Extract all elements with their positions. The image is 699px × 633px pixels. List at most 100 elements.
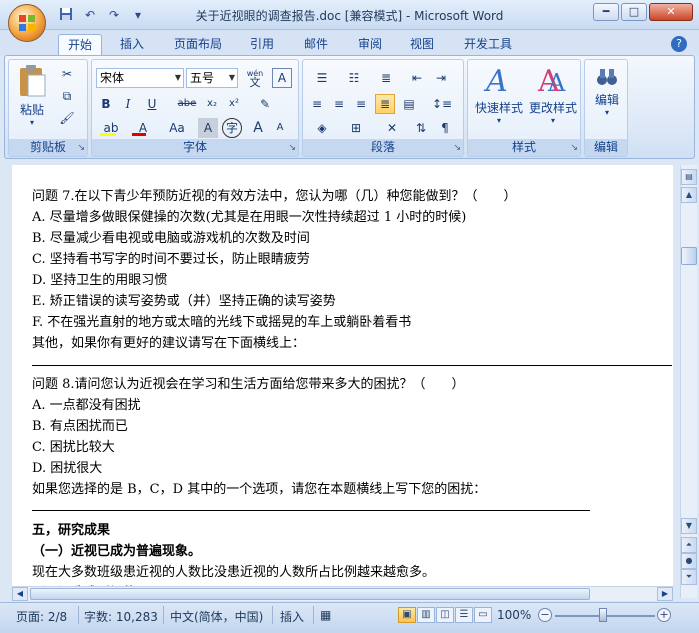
decrease-indent-icon[interactable]: ⇤ [407,68,427,88]
font-name-value: 宋体 [100,71,125,85]
horizontal-scrollbar[interactable]: ◀ ▶ [12,586,673,601]
tab-developer[interactable]: 开发工具 [456,34,520,56]
browse-object-icon[interactable]: ● [681,553,697,569]
justify-icon[interactable]: ≣ [375,94,395,114]
increase-indent-icon[interactable]: ⇥ [431,68,451,88]
paste-button[interactable]: 粘贴 ▾ [13,64,51,134]
format-painter-icon[interactable]: 🖌 [57,108,77,128]
change-case-button[interactable]: Aa [162,118,192,138]
status-separator [313,606,314,624]
font-name-combo[interactable]: 宋体 ▼ [96,68,184,88]
status-separator [272,606,273,624]
borders-icon[interactable]: ⊞ [341,118,371,138]
chinese-layout-icon[interactable]: ✕ [377,118,407,138]
bold-button[interactable]: B [96,94,116,114]
multilevel-list-icon[interactable]: ≣ [371,68,401,88]
office-logo-icon [19,15,35,31]
character-border-button[interactable]: A [272,68,292,88]
copy-icon[interactable]: ⧉ [57,86,77,106]
paste-label: 粘贴 [19,103,44,117]
distributed-icon[interactable]: ▤ [399,94,419,114]
quick-styles-icon: A [483,64,508,99]
next-page-icon[interactable]: ⏷ [681,569,697,585]
styles-dialog-launcher-icon[interactable]: ↘ [570,143,578,153]
highlight-color-button[interactable]: ab [96,118,126,138]
doc-line-q8-note: 如果您选择的是 B，C，D 其中的一个选项，请您在本题横线上写下您的困扰： [32,482,487,497]
numbering-icon[interactable]: ☷ [339,68,369,88]
scroll-right-icon[interactable]: ▶ [657,587,673,601]
font-color-button[interactable]: A [128,118,158,138]
web-layout-icon[interactable]: ◫ [436,607,454,623]
print-layout-view-icon[interactable]: ▣ [398,607,416,623]
sort-icon[interactable]: ⇅ [411,118,431,138]
horizontal-scroll-thumb[interactable] [30,588,590,600]
close-button[interactable]: ✕ [649,3,693,21]
tab-mailings[interactable]: 邮件 [296,34,336,56]
font-size-combo[interactable]: 五号 ▼ [186,68,238,88]
phonetic-guide-button[interactable]: wén 文 [242,68,268,88]
full-screen-reading-icon[interactable]: ▥ [417,607,435,623]
paragraph-dialog-launcher-icon[interactable]: ↘ [453,143,461,153]
office-button[interactable] [8,4,46,42]
cut-icon[interactable]: ✂ [57,64,77,84]
draft-view-icon[interactable]: ▭ [474,607,492,623]
previous-page-icon[interactable]: ⏶ [681,537,697,553]
tab-insert[interactable]: 插入 [112,34,152,56]
subscript-button[interactable]: x₂ [202,94,222,114]
tab-review[interactable]: 审阅 [350,34,390,56]
zoom-level[interactable]: 100% [497,608,531,622]
superscript-button[interactable]: x² [224,94,244,114]
line-spacing-icon[interactable]: ↕≡ [427,94,457,114]
shrink-font-button[interactable]: A [270,118,290,138]
grow-font-button[interactable]: A [248,118,268,138]
underline-button[interactable]: U [140,94,164,114]
align-center-icon[interactable]: ≡ [329,94,349,114]
language-status[interactable]: 中文(简体，中国) [170,608,263,625]
macro-record-icon[interactable]: ▦ [320,608,331,622]
shading-icon[interactable]: ◈ [307,118,337,138]
bullets-icon[interactable]: ☰ [307,68,337,88]
doc-subheading-1: （一）近视已成为普遍现象。 [32,544,202,559]
page-number-status[interactable]: 页面: 2/8 [16,608,67,625]
quick-styles-label: 快速样式 [474,101,523,115]
change-styles-button[interactable]: AA 更改样式 ▾ [526,64,580,136]
tab-page-layout[interactable]: 页面布局 [166,34,230,56]
outline-view-icon[interactable]: ☰ [455,607,473,623]
zoom-slider-thumb[interactable] [599,608,607,622]
tab-view[interactable]: 视图 [402,34,442,56]
vertical-scroll-thumb[interactable] [681,247,697,265]
clear-formatting-icon[interactable]: ✎ [252,94,278,114]
tab-references[interactable]: 引用 [242,34,282,56]
editing-label: 编辑 [594,93,619,107]
font-dialog-launcher-icon[interactable]: ↘ [288,143,296,153]
scroll-down-icon[interactable]: ▼ [681,518,697,534]
tab-home[interactable]: 开始 [58,34,102,56]
word-count-status[interactable]: 字数: 10,283 [84,608,158,625]
doc-line-q7-other: 其他，如果你有更好的建议请写在下面横线上： [32,336,306,351]
editing-group-label: 编辑 [585,139,627,156]
vertical-scrollbar[interactable]: ▤ ▲ ▼ ⏶ ● ⏷ [680,165,697,598]
zoom-out-button[interactable]: − [538,608,552,622]
clipboard-dialog-launcher-icon[interactable]: ↘ [77,143,85,153]
show-marks-icon[interactable]: ¶ [435,118,455,138]
help-icon[interactable]: ? [671,36,687,52]
ruler-toggle-icon[interactable]: ▤ [681,169,697,185]
insert-mode-status[interactable]: 插入 [280,608,304,625]
quick-styles-button[interactable]: A 快速样式 ▾ [472,64,526,136]
scroll-up-icon[interactable]: ▲ [681,187,697,203]
enclose-characters-button[interactable]: 字 [222,118,242,138]
ribbon-tabs: 开始 插入 页面布局 引用 邮件 审阅 视图 开发工具 ? [0,30,699,56]
document-page[interactable]: 问题 7.在以下青少年预防近视的有效方法中，您认为哪（几）种您能做到？（ ） A… [12,165,673,598]
editing-button[interactable]: 编辑 ▾ [587,66,627,136]
align-right-icon[interactable]: ≡ [351,94,371,114]
strikethrough-button[interactable]: abe [174,94,200,114]
maximize-button[interactable]: □ [621,3,647,21]
align-left-icon[interactable]: ≡ [307,94,327,114]
italic-button[interactable]: I [118,94,138,114]
minimize-button[interactable]: ━ [593,3,619,21]
phonetic-char: 文 [249,76,261,89]
character-shading-button[interactable]: A [198,118,218,138]
doc-line-q8-a: A. 一点都没有困扰 [32,398,141,413]
scroll-left-icon[interactable]: ◀ [12,587,28,601]
zoom-in-button[interactable]: + [657,608,671,622]
